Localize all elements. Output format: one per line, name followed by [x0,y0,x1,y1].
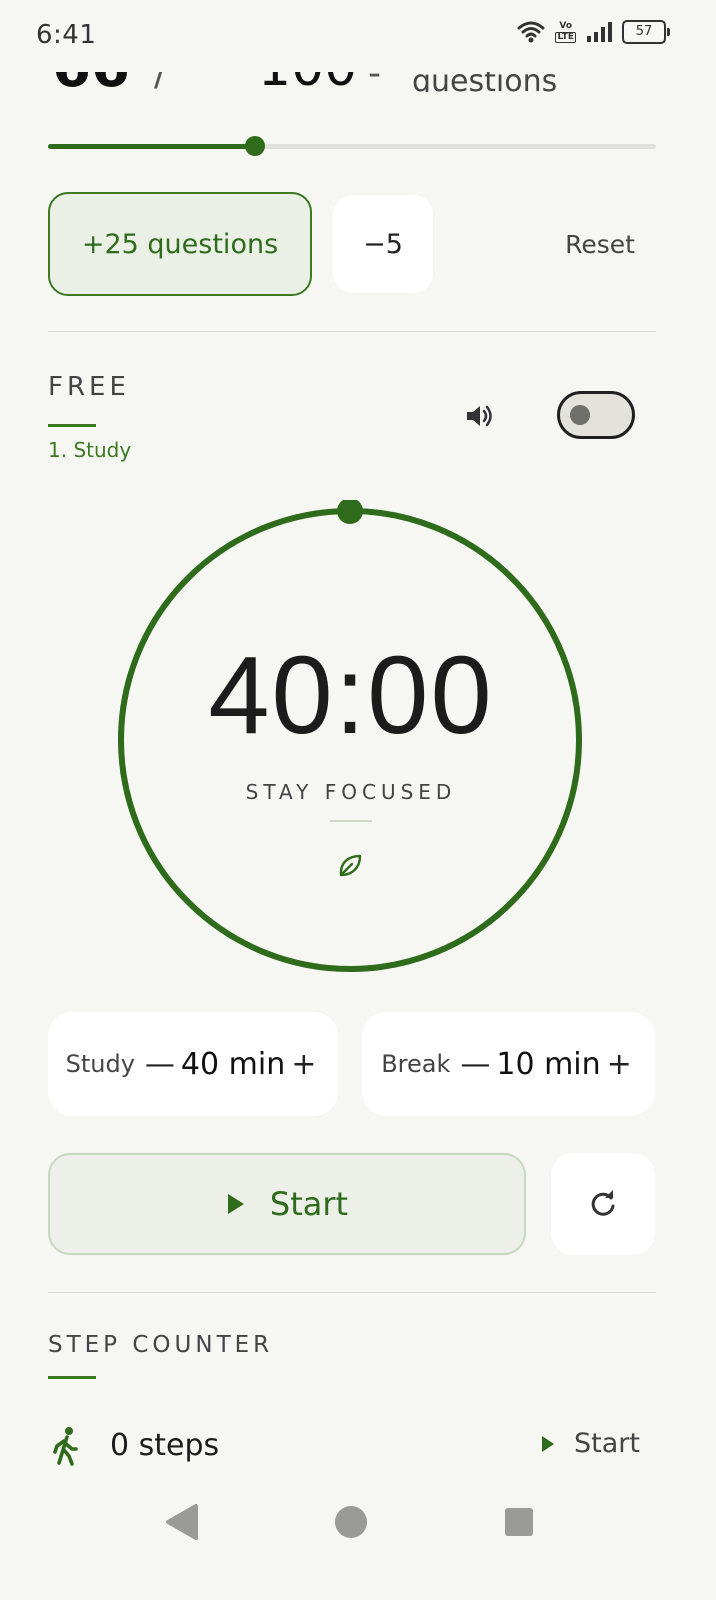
start-step-counter-button[interactable]: Start [540,1428,640,1459]
battery-icon: 57 [622,20,670,44]
start-timer-label: Start [269,1185,349,1223]
toggle-knob [570,405,590,425]
reset-timer-button[interactable] [551,1153,655,1255]
steps-value: 0 steps [110,1428,220,1463]
questions-progress-slider[interactable] [48,136,656,156]
timer-mode-label: FREE [48,372,130,402]
step-start-label: Start [574,1428,640,1459]
volte-bottom: LTE [555,31,576,43]
study-label: Study [65,1050,135,1078]
volte-badge: Vo LTE [555,20,576,43]
wifi-icon [517,21,545,43]
break-increase-button[interactable]: + [603,1047,636,1082]
study-duration-value: 40 min [180,1046,286,1082]
volte-top: Vo [559,20,573,31]
progress-thumb[interactable] [244,136,265,156]
timer-phase-label: 1. Study [48,438,132,462]
timer-caption: STAY FOCUSED [245,780,457,804]
timer-display: 40:00 [208,634,494,757]
leaf-icon [339,854,362,877]
auto-continue-toggle[interactable] [557,391,635,439]
study-decrease-button[interactable]: — [141,1047,179,1082]
back-icon[interactable] [166,1504,198,1540]
study-increase-button[interactable]: + [287,1047,320,1082]
play-icon [227,1194,244,1214]
break-duration-card: Break — 10 min + [362,1012,655,1116]
status-bar: 6:41 Vo LTE 57 [0,0,716,72]
minus-5-button[interactable]: −5 [333,195,433,293]
ring-handle [337,500,363,524]
home-icon[interactable] [335,1506,367,1538]
reset-questions-button[interactable]: Reset [548,212,652,276]
recents-icon[interactable] [505,1508,533,1536]
refresh-icon [591,1190,615,1216]
walk-icon [53,1427,78,1466]
system-navigation-bar [166,1504,533,1540]
play-icon [542,1435,554,1452]
speaker-icon[interactable] [464,400,496,432]
start-timer-button[interactable]: Start [48,1153,526,1255]
step-title-underline [48,1376,96,1379]
caption-divider [330,820,372,822]
divider [48,1292,656,1293]
status-icons: Vo LTE 57 [517,20,670,44]
study-duration-card: Study — 40 min + [48,1012,338,1116]
break-label: Break [381,1050,451,1078]
step-counter-title: STEP COUNTER [48,1332,274,1358]
status-time: 6:41 [36,20,97,50]
add-25-questions-button[interactable]: +25 questions [48,192,312,296]
divider [48,331,656,332]
break-decrease-button[interactable]: — [456,1047,494,1082]
signal-icon [587,22,612,42]
break-duration-value: 10 min [496,1046,601,1082]
mode-underline [48,424,96,427]
progress-fill [48,144,255,149]
